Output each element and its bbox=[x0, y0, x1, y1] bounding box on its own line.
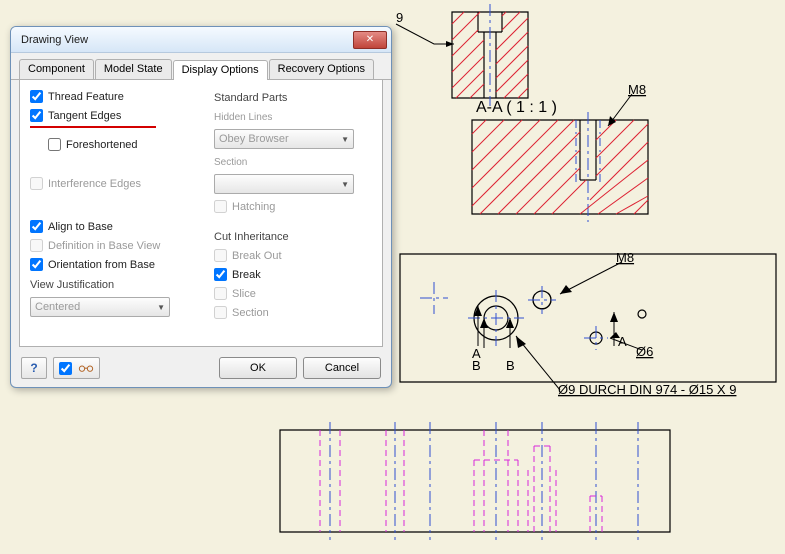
section-mark-b2: B bbox=[506, 358, 515, 373]
foreshortened-checkbox[interactable]: Foreshortened bbox=[48, 138, 200, 151]
break-out-checkbox: Break Out bbox=[214, 249, 372, 262]
interference-edges-input bbox=[30, 177, 43, 190]
tab-component[interactable]: Component bbox=[19, 59, 94, 79]
standard-parts-label: Standard Parts bbox=[214, 92, 372, 104]
hidden-lines-value: Obey Browser bbox=[219, 133, 289, 145]
red-underline bbox=[30, 126, 156, 128]
m8-label-1: M8 bbox=[628, 82, 646, 97]
break-out-label: Break Out bbox=[232, 250, 282, 262]
section-mark-a1: A bbox=[472, 346, 481, 361]
section-dropdown[interactable]: ▼ bbox=[214, 174, 354, 194]
slice-label: Slice bbox=[232, 288, 256, 300]
tab-strip: Component Model State Display Options Re… bbox=[11, 53, 391, 80]
chevron-down-icon: ▼ bbox=[157, 303, 165, 312]
hidden-lines-label: Hidden Lines bbox=[214, 112, 372, 123]
view-justification-value: Centered bbox=[35, 301, 80, 313]
cancel-button[interactable]: Cancel bbox=[303, 357, 381, 379]
tangent-edges-input[interactable] bbox=[30, 109, 43, 122]
orientation-from-base-input[interactable] bbox=[30, 258, 43, 271]
top-dimension-text: 9 bbox=[396, 10, 403, 25]
break-label: Break bbox=[232, 269, 261, 281]
section-view-aa bbox=[396, 4, 528, 106]
thread-feature-input[interactable] bbox=[30, 90, 43, 103]
help-button[interactable]: ? bbox=[21, 357, 47, 379]
section-view-thread bbox=[472, 94, 648, 222]
hidden-lines-dropdown[interactable]: Obey Browser ▼ bbox=[214, 129, 354, 149]
tab-display-options[interactable]: Display Options bbox=[173, 60, 268, 80]
align-to-base-checkbox[interactable]: Align to Base bbox=[30, 220, 200, 233]
chevron-down-icon: ▼ bbox=[341, 180, 349, 189]
cut-inheritance-label: Cut Inheritance bbox=[214, 231, 372, 243]
align-to-base-input[interactable] bbox=[30, 220, 43, 233]
break-checkbox[interactable]: Break bbox=[214, 268, 372, 281]
definition-in-base-view-checkbox: Definition in Base View bbox=[30, 239, 200, 252]
section-aa-label: A-A ( 1 : 1 ) bbox=[476, 99, 557, 116]
align-to-base-label: Align to Base bbox=[48, 221, 113, 233]
hatching-checkbox: Hatching bbox=[214, 200, 372, 213]
section-mark-b1: B bbox=[472, 358, 481, 373]
foreshortened-input[interactable] bbox=[48, 138, 61, 151]
plan-view bbox=[400, 254, 776, 390]
tangent-edges-label: Tangent Edges bbox=[48, 110, 121, 122]
hatching-input bbox=[214, 200, 227, 213]
chevron-down-icon: ▼ bbox=[341, 135, 349, 144]
definition-in-base-view-input bbox=[30, 239, 43, 252]
interference-edges-label: Interference Edges bbox=[48, 178, 141, 190]
break-input[interactable] bbox=[214, 268, 227, 281]
toggle-checkbox[interactable] bbox=[59, 362, 72, 375]
foreshortened-label: Foreshortened bbox=[66, 139, 138, 151]
toolbar-toggle-group[interactable] bbox=[53, 357, 100, 379]
interference-edges-checkbox: Interference Edges bbox=[30, 177, 200, 190]
section2-checkbox: Section bbox=[214, 306, 372, 319]
thread-feature-checkbox[interactable]: Thread Feature bbox=[30, 90, 200, 103]
section-label: Section bbox=[214, 157, 372, 168]
button-bar: ? OK Cancel bbox=[11, 353, 391, 387]
view-justification-dropdown[interactable]: Centered ▼ bbox=[30, 297, 170, 317]
close-button[interactable]: ✕ bbox=[353, 31, 387, 49]
definition-in-base-view-label: Definition in Base View bbox=[48, 240, 160, 252]
tab-recovery-options[interactable]: Recovery Options bbox=[269, 59, 374, 79]
tab-model-state[interactable]: Model State bbox=[95, 59, 172, 79]
display-options-panel: Thread Feature Tangent Edges Foreshorten… bbox=[19, 80, 383, 347]
tangent-edges-checkbox[interactable]: Tangent Edges bbox=[30, 109, 200, 122]
phi6-label: Ø6 bbox=[636, 344, 653, 359]
section2-label: Section bbox=[232, 307, 269, 319]
hatching-label: Hatching bbox=[232, 201, 275, 213]
section-mark-a2: A bbox=[618, 334, 627, 349]
glasses-icon bbox=[78, 363, 94, 373]
slice-input bbox=[214, 287, 227, 300]
thread-feature-label: Thread Feature bbox=[48, 91, 124, 103]
break-out-input bbox=[214, 249, 227, 262]
bottom-elevation bbox=[280, 422, 670, 540]
view-justification-label: View Justification bbox=[30, 279, 200, 291]
ok-button[interactable]: OK bbox=[219, 357, 297, 379]
orientation-from-base-label: Orientation from Base bbox=[48, 259, 155, 271]
drawing-view-dialog: Drawing View ✕ Component Model State Dis… bbox=[10, 26, 392, 388]
titlebar[interactable]: Drawing View ✕ bbox=[11, 27, 391, 53]
slice-checkbox: Slice bbox=[214, 287, 372, 300]
section2-input bbox=[214, 306, 227, 319]
dialog-title: Drawing View bbox=[21, 34, 353, 46]
callout-label: Ø9 DURCH DIN 974 - Ø15 X 9 bbox=[558, 382, 736, 397]
m8-label-2: M8 bbox=[616, 250, 634, 265]
orientation-from-base-checkbox[interactable]: Orientation from Base bbox=[30, 258, 200, 271]
